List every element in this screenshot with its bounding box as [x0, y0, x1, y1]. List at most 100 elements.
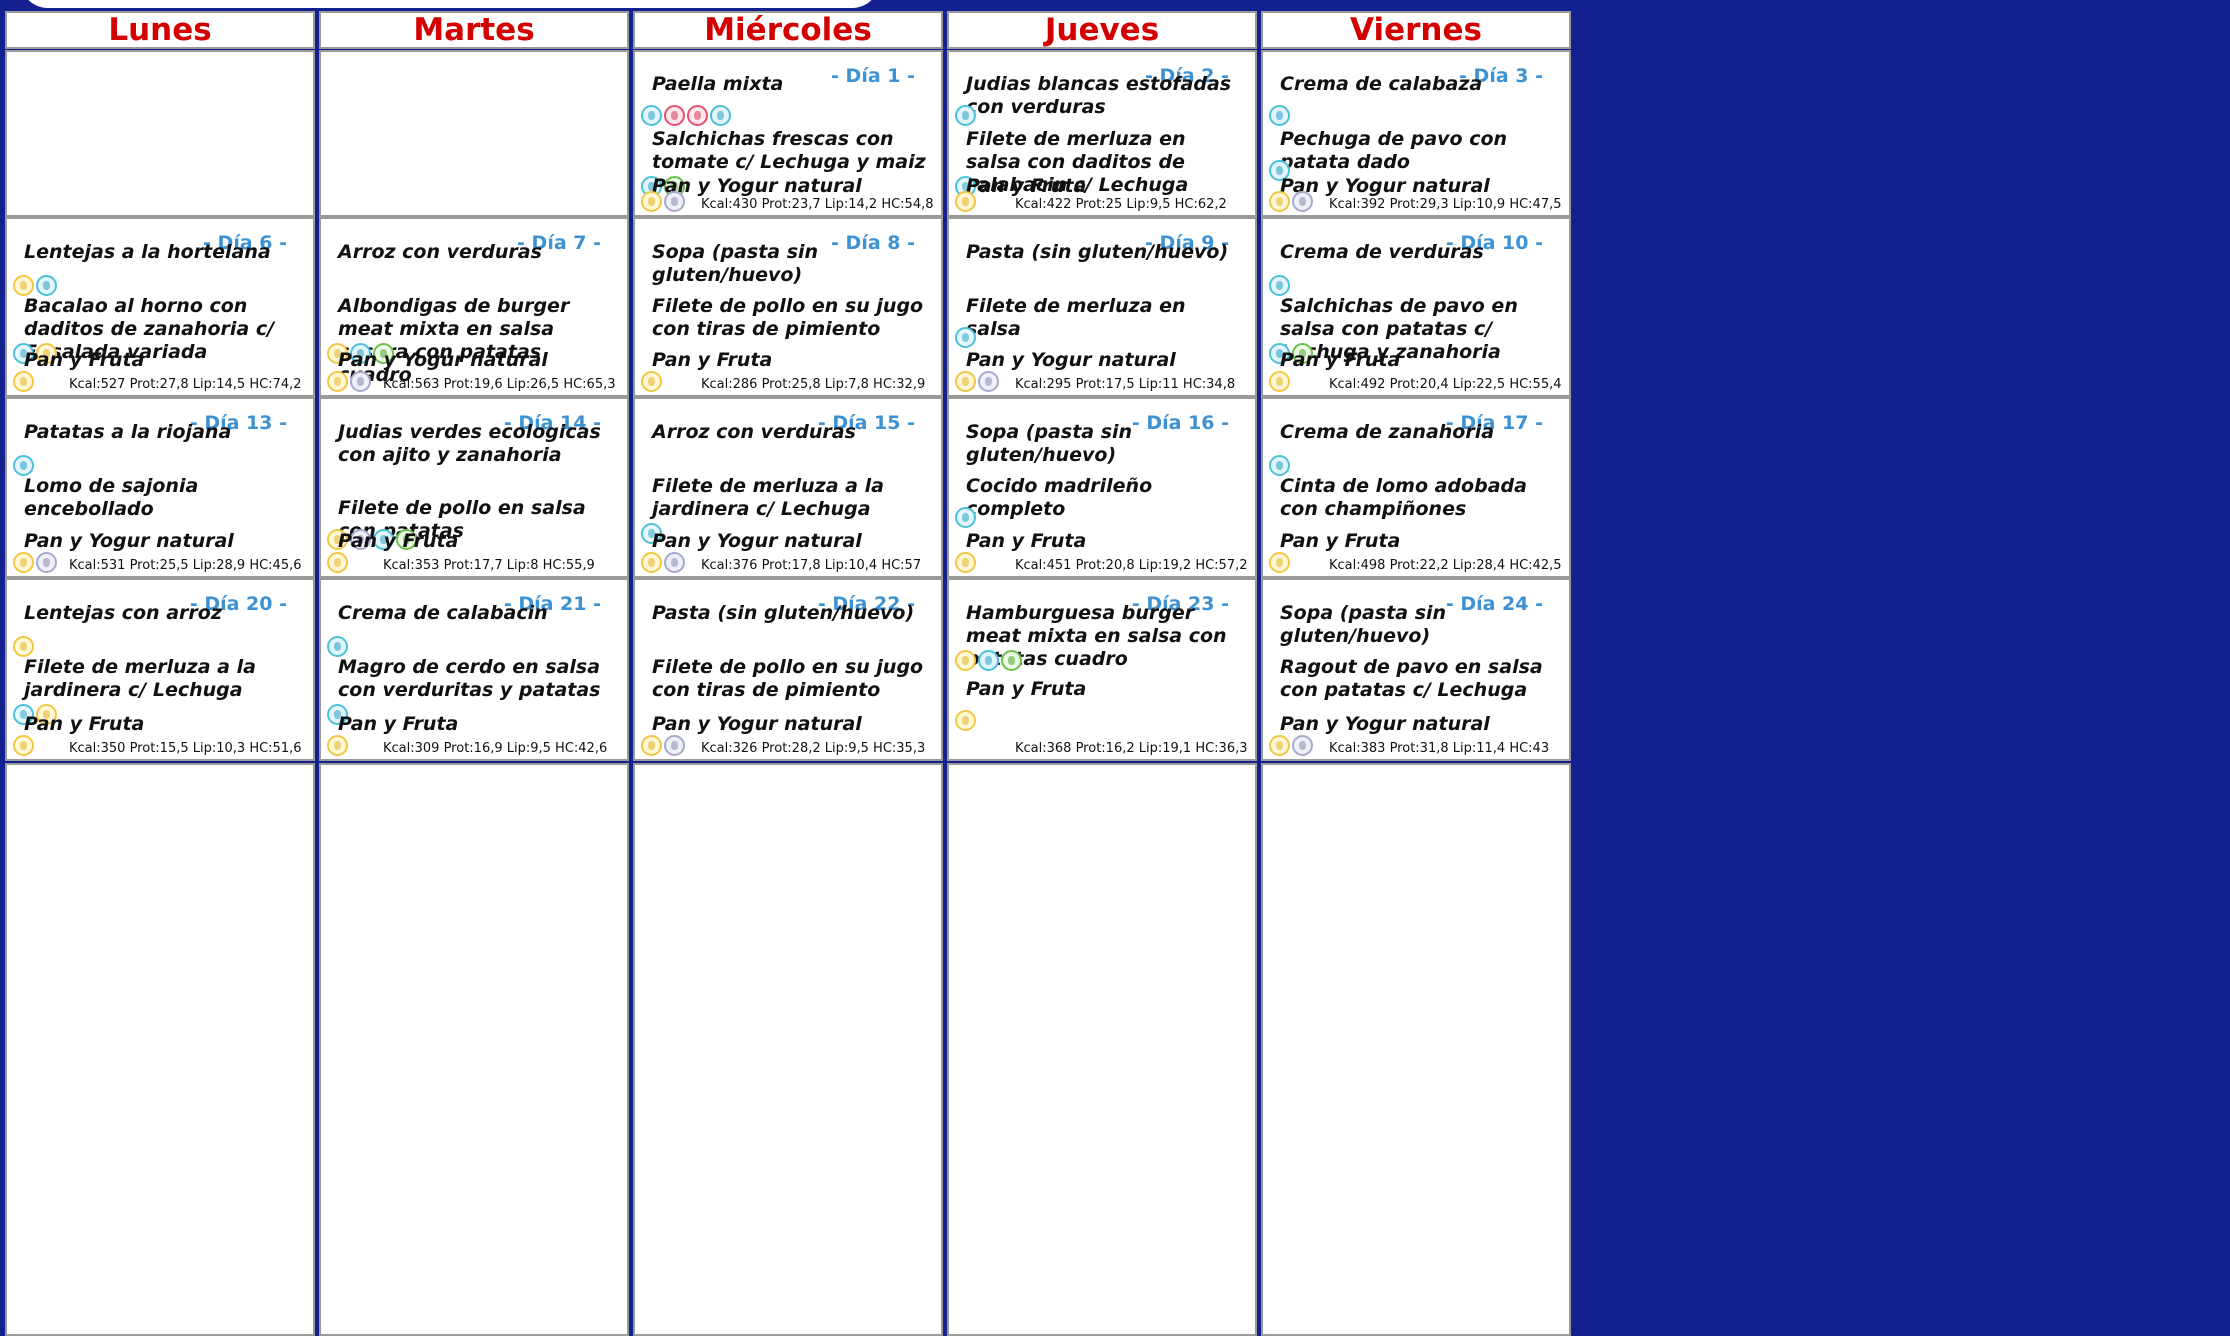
dessert-allergen-icons	[641, 371, 662, 392]
gluten-icon	[955, 710, 976, 731]
day-cell[interactable]: - Día 20 - Lentejas con arroz Filete de me…	[5, 578, 315, 761]
celery-icon	[1001, 650, 1022, 671]
gluten-icon	[13, 552, 34, 573]
first-course: Pasta (sin gluten/huevo)	[966, 241, 1229, 263]
second-course: Albondigas de burger meat mixta en salsa…	[338, 295, 570, 386]
second-course: Filete de merluza en salsa	[966, 295, 1186, 340]
first-course: Judias blancas estofadas con verduras	[966, 73, 1232, 118]
second-course: Filete de pollo en su jugo con tiras de …	[652, 656, 924, 701]
gluten-icon	[1269, 371, 1290, 392]
egg-icon	[955, 507, 976, 528]
day-cell[interactable]: - Día 6 - Lentejas a la hortelana Bacalao …	[5, 217, 315, 397]
dessert-allergen-icons	[327, 735, 348, 756]
day-cell[interactable]: - Día 9 - Pasta (sin gluten/huevo) Filete …	[947, 217, 1257, 397]
gluten-icon	[955, 650, 976, 671]
nutrition-info: Kcal:498 Prot:22,2 Lip:28,4 HC:42,5	[1329, 558, 1562, 573]
second-course: Filete de merluza a la jardinera c/ Lech…	[652, 475, 884, 520]
first-course-allergen-icons	[1269, 105, 1290, 126]
gluten-icon	[955, 552, 976, 573]
first-course-allergen-icons	[13, 275, 57, 296]
nutrition-info: Kcal:392 Prot:29,3 Lip:10,9 HC:47,5	[1329, 197, 1562, 212]
second-course: Cocido madrileño completo	[966, 475, 1153, 520]
dessert: Pan y Fruta	[1280, 530, 1401, 552]
day-cell[interactable]: - Día 7 - Arroz con verduras Albondigas de…	[319, 217, 629, 397]
menu-calendar: Lunes Martes Miércoles Jueves Viernes - Día 1…	[0, 0, 2230, 1336]
weekday-header: Viernes	[1261, 11, 1571, 49]
dessert-allergen-icons	[13, 735, 34, 756]
nutrition-info: Kcal:430 Prot:23,7 Lip:14,2 HC:54,8	[701, 197, 934, 212]
second-course: Cinta de lomo adobada con champiñones	[1280, 475, 1527, 520]
gluten-icon	[641, 371, 662, 392]
second-course-allergen-icons	[955, 507, 976, 528]
first-course: Sopa (pasta sin gluten/huevo)	[966, 421, 1133, 466]
dessert: Pan y Yogur natural	[1280, 713, 1490, 735]
dessert: Pan y Yogur natural	[338, 349, 548, 371]
day-cell[interactable]: - Día 2 - Judias blancas estofadas con ve…	[947, 50, 1257, 217]
gluten-icon	[1269, 552, 1290, 573]
day-cell[interactable]: - Día 17 - Crema de zanahoria Cinta de lom…	[1261, 397, 1571, 578]
first-course: Crema de verduras	[1280, 241, 1484, 263]
dessert: Pan y Fruta	[338, 530, 459, 552]
egg-icon	[1269, 455, 1290, 476]
nutrition-info: Kcal:422 Prot:25 Lip:9,5 HC:62,2	[1015, 197, 1227, 212]
day-cell[interactable]: - Día 1 - Paella mixta Salchichas frescas …	[633, 50, 943, 217]
dessert-allergen-icons	[327, 371, 371, 392]
dessert: Pan y Fruta	[24, 713, 145, 735]
day-cell[interactable]: - Día 10 - Crema de verduras Salchichas de…	[1261, 217, 1571, 397]
first-course: Crema de calabaza	[1280, 73, 1483, 95]
day-cell[interactable]: - Día 24 - Sopa (pasta sin gluten/huevo) R…	[1261, 578, 1571, 761]
dessert-allergen-icons	[955, 371, 999, 392]
dessert-allergen-icons	[1269, 552, 1290, 573]
gluten-icon	[327, 735, 348, 756]
day-cell[interactable]: - Día 16 - Sopa (pasta sin gluten/huevo) C…	[947, 397, 1257, 578]
day-cell[interactable]: - Día 14 - Judias verdes ecologicas con a…	[319, 397, 629, 578]
mustard-icon	[664, 105, 685, 126]
dessert-allergen-icons	[1269, 735, 1313, 756]
first-course: Arroz con verduras	[652, 421, 856, 443]
gluten-icon	[13, 275, 34, 296]
dessert: Pan y Fruta	[966, 530, 1087, 552]
nutrition-info: Kcal:451 Prot:20,8 Lip:19,2 HC:57,2	[1015, 558, 1248, 573]
day-cell[interactable]: - Día 13 - Patatas a la riojana Lomo de sa…	[5, 397, 315, 578]
dessert-allergen-icons	[641, 191, 685, 212]
gluten-icon	[327, 552, 348, 573]
gluten-icon	[1269, 735, 1290, 756]
day-cell[interactable]: - Día 15 - Arroz con verduras Filete de me…	[633, 397, 943, 578]
milk-icon	[36, 552, 57, 573]
day-cell[interactable]: - Día 21 - Crema de calabacin Magro de cer…	[319, 578, 629, 761]
dessert: Pan y Yogur natural	[652, 713, 862, 735]
dessert-allergen-icons	[641, 735, 685, 756]
nutrition-info: Kcal:368 Prot:16,2 Lip:19,1 HC:36,3	[1015, 741, 1248, 756]
milk-icon	[1292, 191, 1313, 212]
nutrition-info: Kcal:563 Prot:19,6 Lip:26,5 HC:65,3	[383, 377, 616, 392]
empty-day-cell	[633, 763, 943, 1336]
dessert: Pan y Yogur natural	[966, 349, 1176, 371]
second-course: Salchichas frescas con tomate c/ Lechuga…	[652, 128, 926, 173]
gluten-icon	[641, 552, 662, 573]
day-cell[interactable]: - Día 22 - Pasta (sin gluten/huevo) Filete…	[633, 578, 943, 761]
weekday-header: Lunes	[5, 11, 315, 49]
day-cell[interactable]: - Día 23 - Hamburguesa burger meat mixta …	[947, 578, 1257, 761]
nutrition-info: Kcal:286 Prot:25,8 Lip:7,8 HC:32,9	[701, 377, 926, 392]
dessert: Pan y Fruta	[1280, 349, 1401, 371]
dessert-allergen-icons	[955, 191, 976, 212]
gluten-icon	[13, 735, 34, 756]
dessert-allergen-icons	[13, 371, 34, 392]
day-cell[interactable]: - Día 8 - Sopa (pasta sin gluten/huevo) Fi…	[633, 217, 943, 397]
second-course: Lomo de sajonia encebollado	[24, 475, 199, 520]
dessert-allergen-icons	[1269, 191, 1313, 212]
nutrition-info: Kcal:376 Prot:17,8 Lip:10,4 HC:57	[701, 558, 922, 573]
egg-icon	[327, 636, 348, 657]
second-course-allergen-icons	[955, 710, 976, 731]
first-course: Sopa (pasta sin gluten/huevo)	[1280, 602, 1447, 647]
day-cell[interactable]: - Día 3 - Crema de calabaza Pechuga de pav…	[1261, 50, 1571, 217]
weekday-header: Martes	[319, 11, 629, 49]
nutrition-info: Kcal:350 Prot:15,5 Lip:10,3 HC:51,6	[69, 741, 302, 756]
gluten-icon	[327, 371, 348, 392]
egg-icon	[13, 455, 34, 476]
fish-icon	[955, 327, 976, 348]
gluten-icon	[641, 735, 662, 756]
first-course: Arroz con verduras	[338, 241, 542, 263]
first-course: Judias verdes ecologicas con ajito y zan…	[338, 421, 601, 466]
first-course: Paella mixta	[652, 73, 784, 95]
